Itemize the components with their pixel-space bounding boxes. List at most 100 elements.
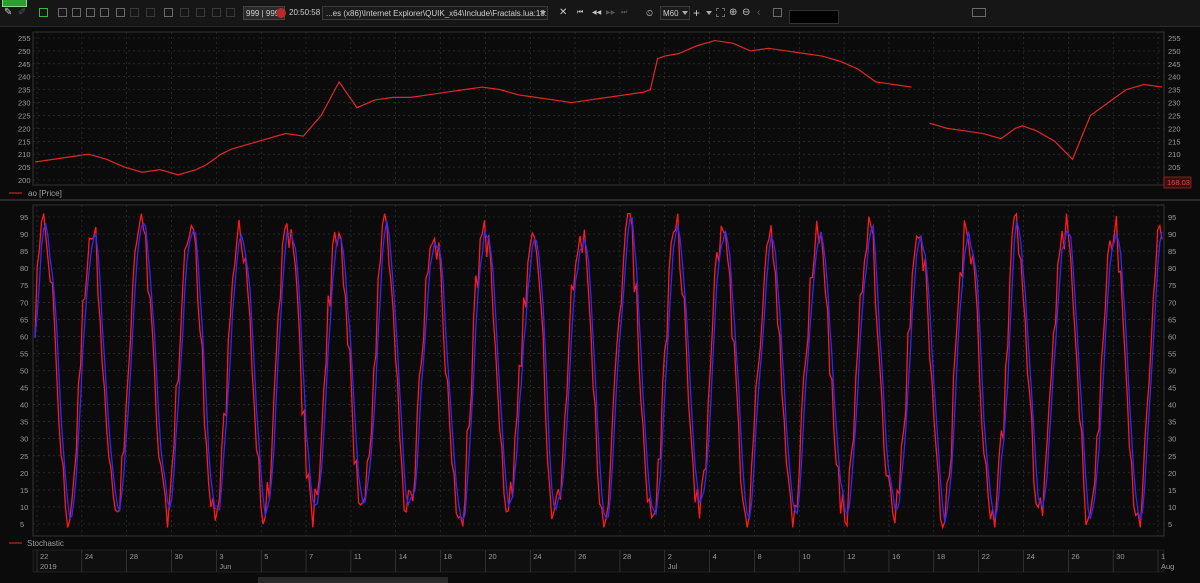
price-y-tick: 200 — [18, 176, 31, 185]
stochastic-y-tick: 25 — [20, 452, 28, 461]
pencil-icon[interactable]: ✎ — [4, 6, 12, 20]
x-tick-label: 18 — [937, 552, 945, 561]
stochastic-y-tick: 65 — [20, 315, 28, 324]
x-tick-label: 5 — [264, 552, 268, 561]
x-tick-label: 11 — [354, 552, 362, 561]
stochastic-y-tick: 70 — [1168, 298, 1176, 307]
table-icon[interactable] — [72, 8, 81, 17]
chat-icon[interactable] — [164, 8, 173, 17]
nav-next-icon[interactable]: ▶▶ — [606, 6, 615, 20]
stochastic-y-tick: 40 — [20, 401, 28, 410]
x-month-label: Jul — [668, 562, 678, 571]
price-panel[interactable] — [32, 31, 1165, 186]
x-tick-label: 26 — [578, 552, 586, 561]
price-y-tick: 250 — [1168, 47, 1181, 56]
left-arrow-icon[interactable]: ‹ — [757, 6, 760, 20]
chevron-down-icon[interactable] — [540, 11, 546, 15]
nav-prev-icon[interactable]: ◀◀ — [592, 6, 601, 20]
price-y-tick: 225 — [1168, 111, 1181, 120]
crosshair-icon[interactable] — [226, 8, 235, 17]
x-month-label: Jun — [219, 562, 231, 571]
stochastic-y-tick: 85 — [20, 247, 28, 256]
stochastic-y-tick: 80 — [1168, 264, 1176, 273]
stochastic-y-tick: 60 — [20, 332, 28, 341]
x-tick-label: 12 — [847, 552, 855, 561]
settings-icon[interactable] — [196, 8, 205, 17]
stochastic-y-tick: 65 — [1168, 315, 1176, 324]
print-preview-icon[interactable] — [773, 8, 782, 17]
stochastic-y-tick: 55 — [20, 349, 28, 358]
stochastic-y-tick: 55 — [1168, 349, 1176, 358]
toolbar: ✎ ✐ 999 | 999 20:50:58 ...es (x86)\Inter… — [0, 0, 1200, 27]
nav-last-icon[interactable]: ⏭ — [621, 6, 627, 20]
price-y-tick: 205 — [18, 163, 31, 172]
print-icon[interactable] — [212, 8, 221, 17]
list-icon[interactable] — [100, 8, 109, 17]
close-icon[interactable]: ✕ — [559, 6, 567, 20]
stochastic-y-tick: 20 — [20, 469, 28, 478]
stochastic-y-tick: 15 — [1168, 486, 1176, 495]
lock-icon[interactable] — [130, 8, 139, 17]
x-tick-label: 16 — [892, 552, 900, 561]
price-y-tick: 230 — [18, 99, 31, 108]
layout-icon[interactable] — [58, 8, 67, 17]
stochastic-y-tick: 90 — [1168, 230, 1176, 239]
stochastic-y-tick: 35 — [1168, 418, 1176, 427]
price-y-tick: 250 — [18, 47, 31, 56]
x-tick-label: 24 — [1026, 552, 1034, 561]
stochastic-y-tick: 30 — [1168, 435, 1176, 444]
price-y-tick: 210 — [1168, 150, 1181, 159]
time-display: 20:50:58 — [289, 8, 321, 17]
x-tick-label: 8 — [757, 552, 761, 561]
x-tick-label: 30 — [175, 552, 183, 561]
interval-icon: ⏲ — [646, 8, 654, 18]
x-tick-label: 22 — [982, 552, 990, 561]
price-y-tick: 215 — [18, 137, 31, 146]
checkbox-icon[interactable] — [116, 8, 125, 17]
price-y-tick: 230 — [1168, 99, 1181, 108]
x-tick-label: 4 — [713, 552, 717, 561]
stochastic-y-tick: 70 — [20, 298, 28, 307]
price-y-tick: 205 — [1168, 163, 1181, 172]
menu-icon[interactable] — [972, 8, 986, 17]
x-tick-label: 10 — [802, 552, 810, 561]
stochastic-y-tick: 35 — [20, 418, 28, 427]
zoom-out-icon[interactable]: ⊖ — [742, 6, 750, 20]
price-y-tick: 215 — [1168, 137, 1181, 146]
hand-icon[interactable] — [180, 8, 189, 17]
x-tick-label: 24 — [533, 552, 541, 561]
window-icon[interactable] — [86, 8, 95, 17]
chevron-down-icon[interactable] — [682, 11, 688, 15]
x-tick-label: 3 — [219, 552, 223, 561]
stop-icon[interactable] — [276, 8, 286, 18]
x-tick-label: 28 — [623, 552, 631, 561]
stochastic-y-tick: 25 — [1168, 452, 1176, 461]
stochastic-y-tick: 60 — [1168, 332, 1176, 341]
zoom-in-icon[interactable]: ⊕ — [729, 6, 737, 20]
search-input[interactable] — [789, 10, 839, 24]
stochastic-y-tick: 45 — [1168, 384, 1176, 393]
x-tick-label: 28 — [130, 552, 138, 561]
stochastic-y-tick: 95 — [1168, 213, 1176, 222]
fit-icon[interactable] — [716, 8, 725, 17]
last-value-label: 168.03 — [1167, 178, 1190, 187]
x-tick-label: 22 — [40, 552, 48, 561]
stochastic-y-tick: 30 — [20, 435, 28, 444]
x-month-label: 2019 — [40, 562, 57, 571]
stochastic-y-tick: 45 — [20, 384, 28, 393]
order-icon[interactable] — [146, 8, 155, 17]
stochastic-y-tick: 95 — [20, 213, 28, 222]
price-y-tick: 225 — [18, 111, 31, 120]
stochastic-y-tick: 10 — [20, 503, 28, 512]
stochastic-y-tick: 20 — [1168, 469, 1176, 478]
script-path-field[interactable]: ...es (x86)\Internet Explorer\QUIK_x64\I… — [322, 6, 548, 20]
x-tick-label: 26 — [1071, 552, 1079, 561]
chevron-down-icon[interactable] — [706, 11, 712, 15]
x-tick-label: 14 — [399, 552, 407, 561]
chart-area[interactable]: 255250245240235230225220215210205200 255… — [0, 27, 1200, 583]
save-icon[interactable] — [39, 8, 48, 17]
tool-icon[interactable]: ✐ — [18, 6, 26, 20]
plus-icon[interactable]: + — [693, 6, 700, 20]
nav-first-icon[interactable]: ⏮ — [577, 6, 583, 20]
scrollbar-thumb[interactable] — [258, 577, 448, 583]
